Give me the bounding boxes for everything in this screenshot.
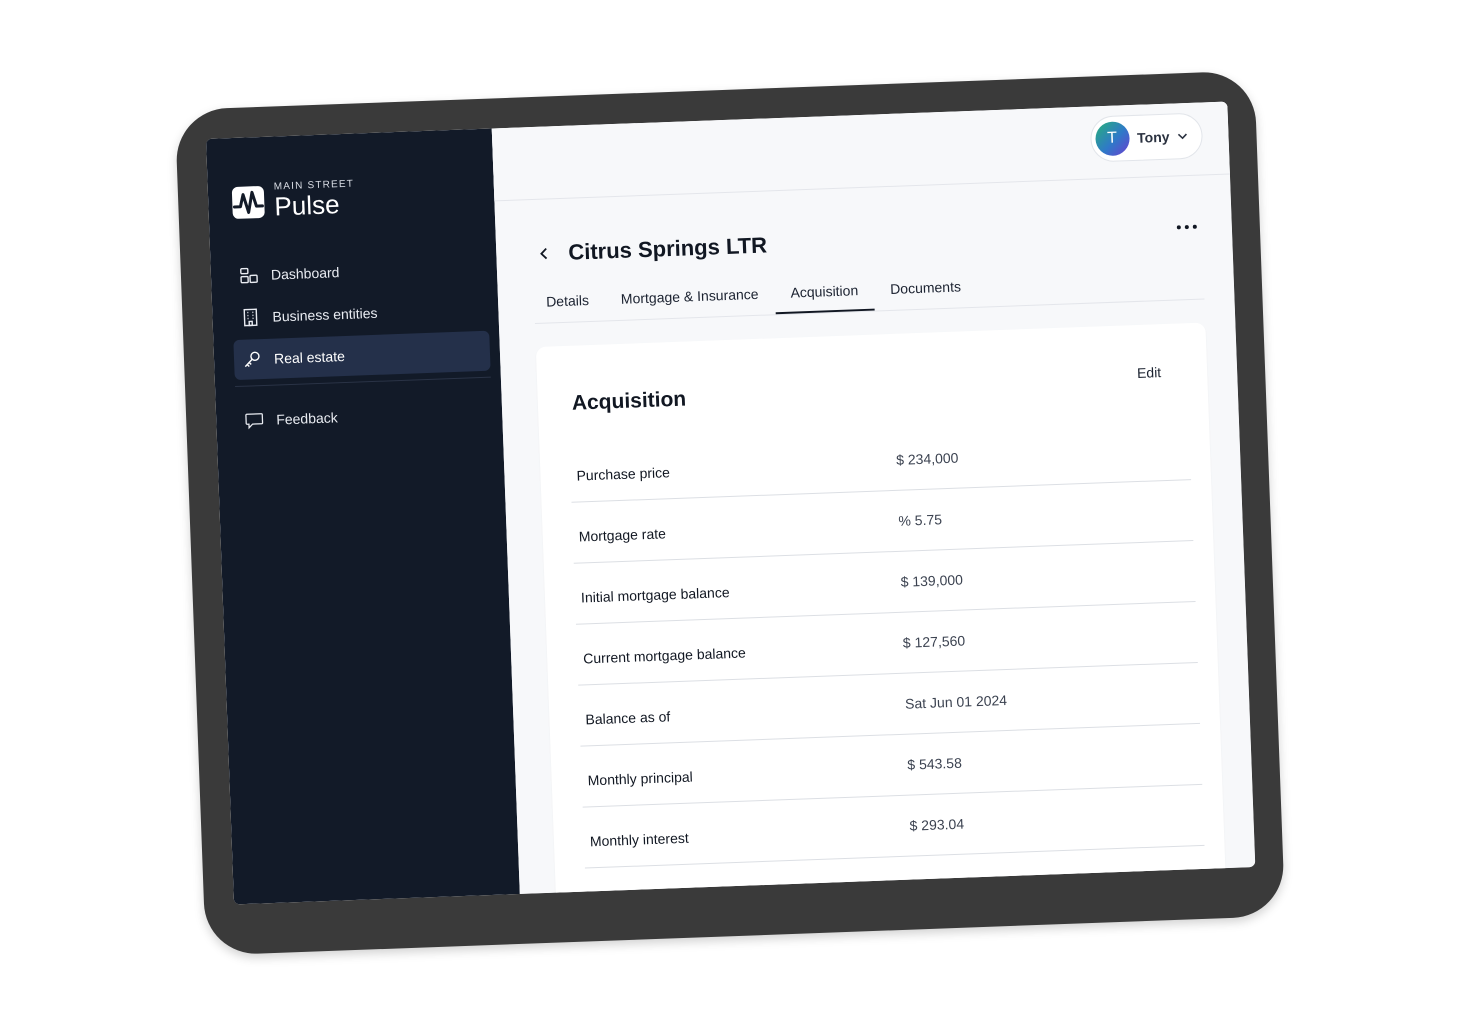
brand-name: Pulse: [273, 189, 341, 222]
avatar: T: [1094, 121, 1130, 157]
stage: MAIN STREET Pulse Dashboard Business ent…: [0, 0, 1460, 1027]
row-label: Purchase price: [576, 464, 671, 484]
sidebar-item-label: Dashboard: [270, 264, 340, 283]
sidebar-nav: Dashboard Business entities Real estate …: [230, 247, 493, 443]
row-value: $ 394.23: [911, 876, 967, 895]
card-title: Acquisition: [571, 387, 687, 415]
chat-bubble-icon: [244, 410, 265, 431]
user-menu-button[interactable]: T Tony: [1089, 112, 1204, 163]
user-name: Tony: [1136, 128, 1170, 146]
row-label: Monthly interest: [589, 829, 689, 850]
row-value: $ 234,000: [895, 449, 959, 468]
sidebar-item-feedback[interactable]: Feedback: [236, 392, 493, 441]
row-value: $ 293.04: [909, 815, 965, 834]
acquisition-card: Acquisition Edit Purchase price $ 234,00…: [535, 322, 1228, 905]
tab-acquisition[interactable]: Acquisition: [773, 274, 875, 315]
page-header: Citrus Springs LTR: [532, 232, 768, 267]
tab-details[interactable]: Details: [534, 284, 606, 323]
acquisition-rows: Purchase price $ 234,000 Mortgage rate %…: [569, 419, 1206, 904]
building-icon: [240, 307, 261, 328]
pulse-logo-icon: [231, 185, 265, 219]
more-horizontal-icon: [1176, 224, 1197, 230]
more-options-button[interactable]: [1171, 215, 1202, 240]
tab-documents[interactable]: Documents: [874, 271, 978, 311]
back-button[interactable]: [532, 241, 557, 266]
sidebar-item-label: Business entities: [272, 304, 378, 325]
sidebar-item-dashboard[interactable]: Dashboard: [230, 247, 487, 296]
row-value: $ 127,560: [902, 632, 966, 651]
key-icon: [242, 349, 263, 370]
brand-logo[interactable]: MAIN STREET Pulse: [231, 179, 356, 222]
tab-bar: Details Mortgage & Insurance Acquisition…: [533, 262, 1205, 325]
row-value: % 5.75: [898, 511, 943, 529]
sidebar-item-label: Real estate: [273, 348, 346, 367]
sidebar-item-business-entities[interactable]: Business entities: [232, 289, 489, 338]
sidebar-item-label: Feedback: [275, 409, 339, 428]
row-value: Sat Jun 01 2024: [904, 691, 1008, 712]
chevron-down-icon: [1175, 129, 1190, 144]
app-screen: MAIN STREET Pulse Dashboard Business ent…: [205, 101, 1256, 905]
tablet-device: MAIN STREET Pulse Dashboard Business ent…: [174, 70, 1286, 956]
dashboard-icon: [239, 265, 260, 286]
sidebar-item-real-estate[interactable]: Real estate: [233, 330, 491, 381]
sidebar: MAIN STREET Pulse Dashboard Business ent…: [205, 128, 520, 905]
row-label: Mortgage rate: [578, 525, 667, 545]
main-content: T Tony Citrus Springs LTR Details Mortga…: [491, 101, 1256, 905]
row-label: Current mortgage balance: [582, 644, 747, 667]
edit-button[interactable]: Edit: [1137, 364, 1162, 381]
tab-mortgage-insurance[interactable]: Mortgage & Insurance: [604, 278, 775, 320]
row-value: $ 139,000: [900, 571, 964, 590]
chevron-left-icon: [540, 247, 548, 260]
top-bar: T Tony: [491, 101, 1230, 202]
row-label: Monthly principal: [587, 768, 693, 789]
row-label: Balance as of: [585, 708, 671, 728]
row-label: Monthly taxes & insurance: [591, 888, 757, 905]
page-title: Citrus Springs LTR: [567, 232, 768, 265]
row-value: $ 543.58: [907, 754, 963, 773]
row-label: Initial mortgage balance: [580, 584, 730, 606]
